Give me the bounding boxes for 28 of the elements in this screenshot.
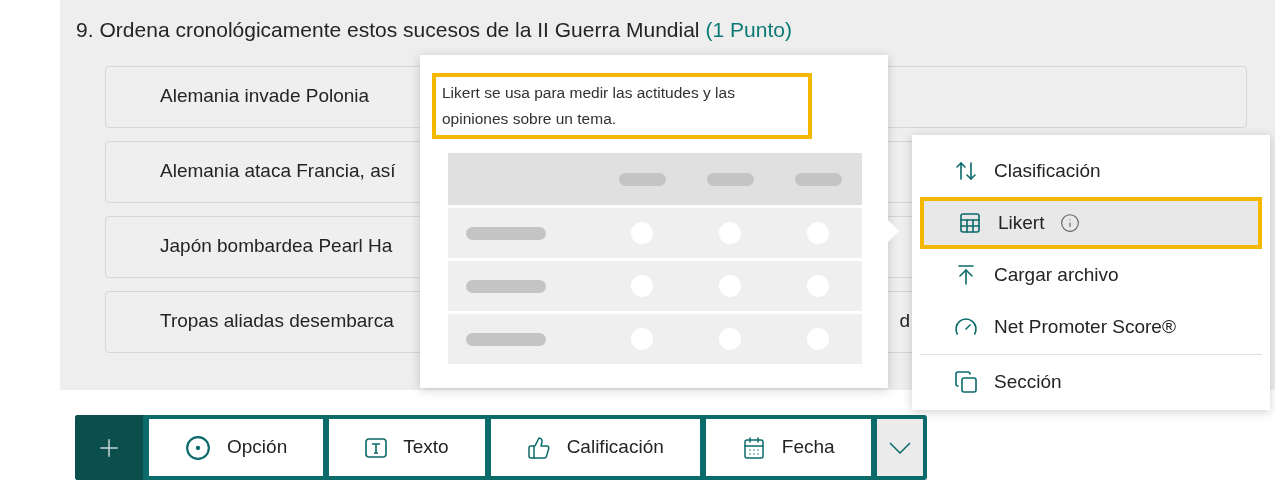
text-box-icon (365, 437, 388, 458)
table-icon (958, 211, 982, 235)
question-points: (1 Punto) (705, 17, 792, 43)
more-types-button[interactable] (876, 419, 923, 476)
option-text: Tropas aliadas desembarca (160, 309, 394, 334)
question-type-button[interactable]: Calificación (490, 419, 700, 476)
thumbs-up-icon (526, 435, 551, 460)
likert-description: Likert se usa para medir las actitudes y las opiniones sobre un tema. (442, 83, 736, 129)
menu-item[interactable]: Likert (920, 197, 1262, 249)
question-title: Ordena cronológicamente estos sucesos de la II Guerra Mundial (99, 17, 700, 43)
menu-item[interactable]: Net Promoter Score® (920, 301, 1262, 353)
option-text: d (899, 309, 910, 334)
option-text: Alemania ataca Francia, así (160, 159, 396, 184)
option-text: Alemania invade Polonia (160, 84, 370, 109)
menu-item[interactable]: Clasificación (920, 145, 1262, 197)
question-type-button[interactable]: Fecha (705, 419, 871, 476)
chevron-down-icon (888, 441, 911, 454)
calendar-icon (741, 435, 766, 460)
stacked-squares-icon (954, 370, 978, 394)
info-icon[interactable] (1060, 213, 1081, 233)
menu-item[interactable]: Sección (920, 356, 1262, 408)
up-down-arrows-icon (954, 159, 978, 183)
question-type-button[interactable]: Opción (149, 419, 324, 476)
question-number: 9. (76, 17, 94, 43)
question-type-button[interactable]: Texto (329, 419, 485, 476)
option-text: Japón bombardea Pearl Ha (160, 234, 393, 259)
menu-item[interactable]: Cargar archivo (920, 249, 1262, 301)
radio-icon (185, 434, 211, 461)
